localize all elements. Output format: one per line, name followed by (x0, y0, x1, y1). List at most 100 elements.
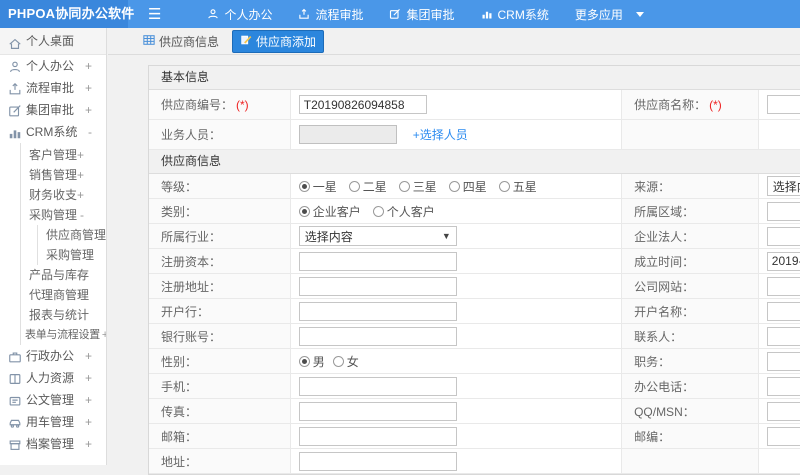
email-label: 邮箱： (149, 424, 291, 448)
nav-item-process-approval[interactable]: 流程审批 (298, 6, 363, 23)
expand-plus-icon[interactable]: + (85, 345, 92, 367)
job-title-input[interactable] (766, 351, 800, 371)
form-row: 注册地址： 公司网站： (149, 274, 800, 299)
sidebar-item-group-approval[interactable]: 集团审批 + (0, 99, 106, 121)
sidebar-item-reports-stats[interactable]: 报表与统计 (21, 305, 106, 325)
supplier-code-input[interactable] (298, 95, 427, 114)
sidebar-item-agent-mgmt[interactable]: 代理商管理 + (21, 285, 106, 305)
sidebar-item-product-inventory[interactable]: 产品与库存 + (21, 265, 106, 285)
office-phone-input[interactable] (766, 376, 800, 396)
sidebar-item-finance[interactable]: 财务收支 + (21, 185, 106, 205)
website-input[interactable] (766, 276, 800, 296)
radio-personal-customer[interactable]: 个人客户 (372, 203, 435, 220)
expand-plus-icon[interactable]: + (77, 285, 84, 305)
mobile-label: 手机： (149, 374, 291, 398)
qq-msn-input[interactable] (766, 401, 800, 421)
process-icon (298, 8, 310, 20)
radio-three-star[interactable]: 三星 (398, 178, 437, 195)
source-select[interactable]: 选择内容▼ (766, 176, 800, 196)
form-row: 开户行： 开户名称： (149, 299, 800, 324)
sidebar-item-vehicle-mgmt[interactable]: 用车管理 + (0, 411, 106, 433)
fax-label: 传真： (149, 399, 291, 423)
sidebar-item-form-flow-settings[interactable]: 表单与流程设置+ (21, 325, 106, 345)
sidebar-item-label: 公文管理 (26, 393, 75, 407)
address-input[interactable] (298, 451, 457, 471)
sidebar-item-archive-mgmt[interactable]: 档案管理 + (0, 433, 106, 455)
supplier-name-input[interactable] (766, 95, 800, 114)
qq-msn-label: QQ/MSN： (622, 399, 759, 423)
industry-select[interactable]: 选择内容 ▼ (298, 226, 457, 246)
mobile-input[interactable] (298, 376, 457, 396)
fax-input[interactable] (298, 401, 457, 421)
expand-plus-icon[interactable]: + (85, 77, 92, 99)
form-row: 邮箱： 邮编： (149, 424, 800, 449)
sidebar-item-supplier-mgmt[interactable]: 供应商管理 (38, 225, 106, 245)
radio-one-star[interactable]: 一星 (298, 178, 337, 195)
expand-plus-icon[interactable]: + (77, 165, 84, 185)
supplier-code-label: 供应商编号： (*) (149, 90, 291, 119)
bank-account-input[interactable] (298, 326, 457, 346)
zipcode-input[interactable] (766, 426, 800, 446)
sidebar-item-label: 采购管理 (46, 248, 95, 262)
region-input[interactable] (766, 201, 800, 221)
form-row: 等级： 一星 二星 三星 四星 五星 来源： 选择内容▼ (149, 174, 800, 199)
sidebar-item-sales-mgmt[interactable]: 销售管理 + (21, 165, 106, 185)
expand-plus-icon[interactable]: + (102, 329, 106, 341)
registered-capital-input[interactable] (298, 251, 457, 271)
radio-icon (498, 180, 510, 192)
founded-date-input[interactable] (766, 251, 800, 271)
collapse-minus-icon[interactable]: - (88, 121, 92, 143)
radio-icon (348, 180, 360, 192)
founded-date-label: 成立时间： (622, 249, 759, 273)
radio-female[interactable]: 女 (332, 353, 359, 370)
expand-plus-icon[interactable]: + (85, 389, 92, 411)
radio-five-star[interactable]: 五星 (498, 178, 537, 195)
bank-input[interactable] (298, 301, 457, 321)
sidebar-item-label: 个人办公 (26, 59, 75, 73)
expand-plus-icon[interactable]: + (85, 433, 92, 455)
contact-input[interactable] (766, 326, 800, 346)
expand-plus-icon[interactable]: + (77, 265, 84, 285)
legal-person-input[interactable] (766, 226, 800, 246)
sidebar-item-document-mgmt[interactable]: 公文管理 + (0, 389, 106, 411)
nav-item-personal-office[interactable]: 个人办公 (207, 6, 272, 23)
collapse-minus-icon[interactable]: - (80, 205, 84, 225)
expand-plus-icon[interactable]: + (77, 185, 84, 205)
radio-two-star[interactable]: 二星 (348, 178, 387, 195)
sidebar-item-label: 用车管理 (26, 415, 75, 429)
nav-item-more-apps[interactable]: 更多应用 (575, 6, 644, 23)
account-name-input[interactable] (766, 301, 800, 321)
sidebar-item-customer-mgmt[interactable]: 客户管理 + (21, 145, 106, 165)
expand-plus-icon[interactable]: + (77, 145, 84, 165)
registered-address-input[interactable] (298, 276, 457, 296)
sidebar-item-purchasing[interactable]: 采购管理 (38, 245, 106, 265)
crm-submenu: 客户管理 + 销售管理 + 财务收支 + 采购管理 - 供应商管理 采购管理 产… (20, 143, 106, 345)
sidebar-item-personal-desktop[interactable]: 个人桌面 (0, 28, 106, 55)
sidebar-item-personal-office[interactable]: 个人办公 + (0, 55, 106, 77)
email-input[interactable] (298, 426, 457, 446)
radio-company-customer[interactable]: 企业客户 (298, 203, 361, 220)
tab-supplier-info[interactable]: 供应商信息 (136, 31, 226, 52)
sidebar-item-admin-office[interactable]: 行政办公 + (0, 345, 106, 367)
hamburger-menu-icon[interactable]: ☰ (148, 5, 161, 23)
expand-plus-icon[interactable]: + (85, 411, 92, 433)
supplier-name-label: 供应商名称： (*) (622, 90, 759, 119)
radio-checked-icon (298, 355, 310, 367)
nav-item-group-approval[interactable]: 集团审批 (389, 6, 455, 23)
radio-male[interactable]: 男 (298, 353, 325, 370)
sidebar-item-crm-system[interactable]: CRM系统 - (0, 121, 106, 143)
expand-plus-icon[interactable]: + (85, 55, 92, 77)
expand-plus-icon[interactable]: + (85, 367, 92, 389)
sidebar-item-hr[interactable]: 人力资源 + (0, 367, 106, 389)
sidebar-item-label: 人力资源 (26, 371, 75, 385)
staff-input (298, 125, 397, 144)
nav-item-crm-system[interactable]: CRM系统 (481, 6, 549, 23)
radio-four-star[interactable]: 四星 (448, 178, 487, 195)
nav-label: 流程审批 (315, 7, 364, 22)
sidebar-item-process-approval[interactable]: 流程审批 + (0, 77, 106, 99)
expand-plus-icon[interactable]: + (85, 99, 92, 121)
tab-supplier-add[interactable]: 供应商添加 (232, 29, 325, 53)
sidebar-item-purchase-mgmt[interactable]: 采购管理 - (21, 205, 106, 225)
category-radio-group: 企业客户 个人客户 (298, 203, 435, 220)
choose-staff-link[interactable]: +选择人员 (413, 126, 468, 143)
